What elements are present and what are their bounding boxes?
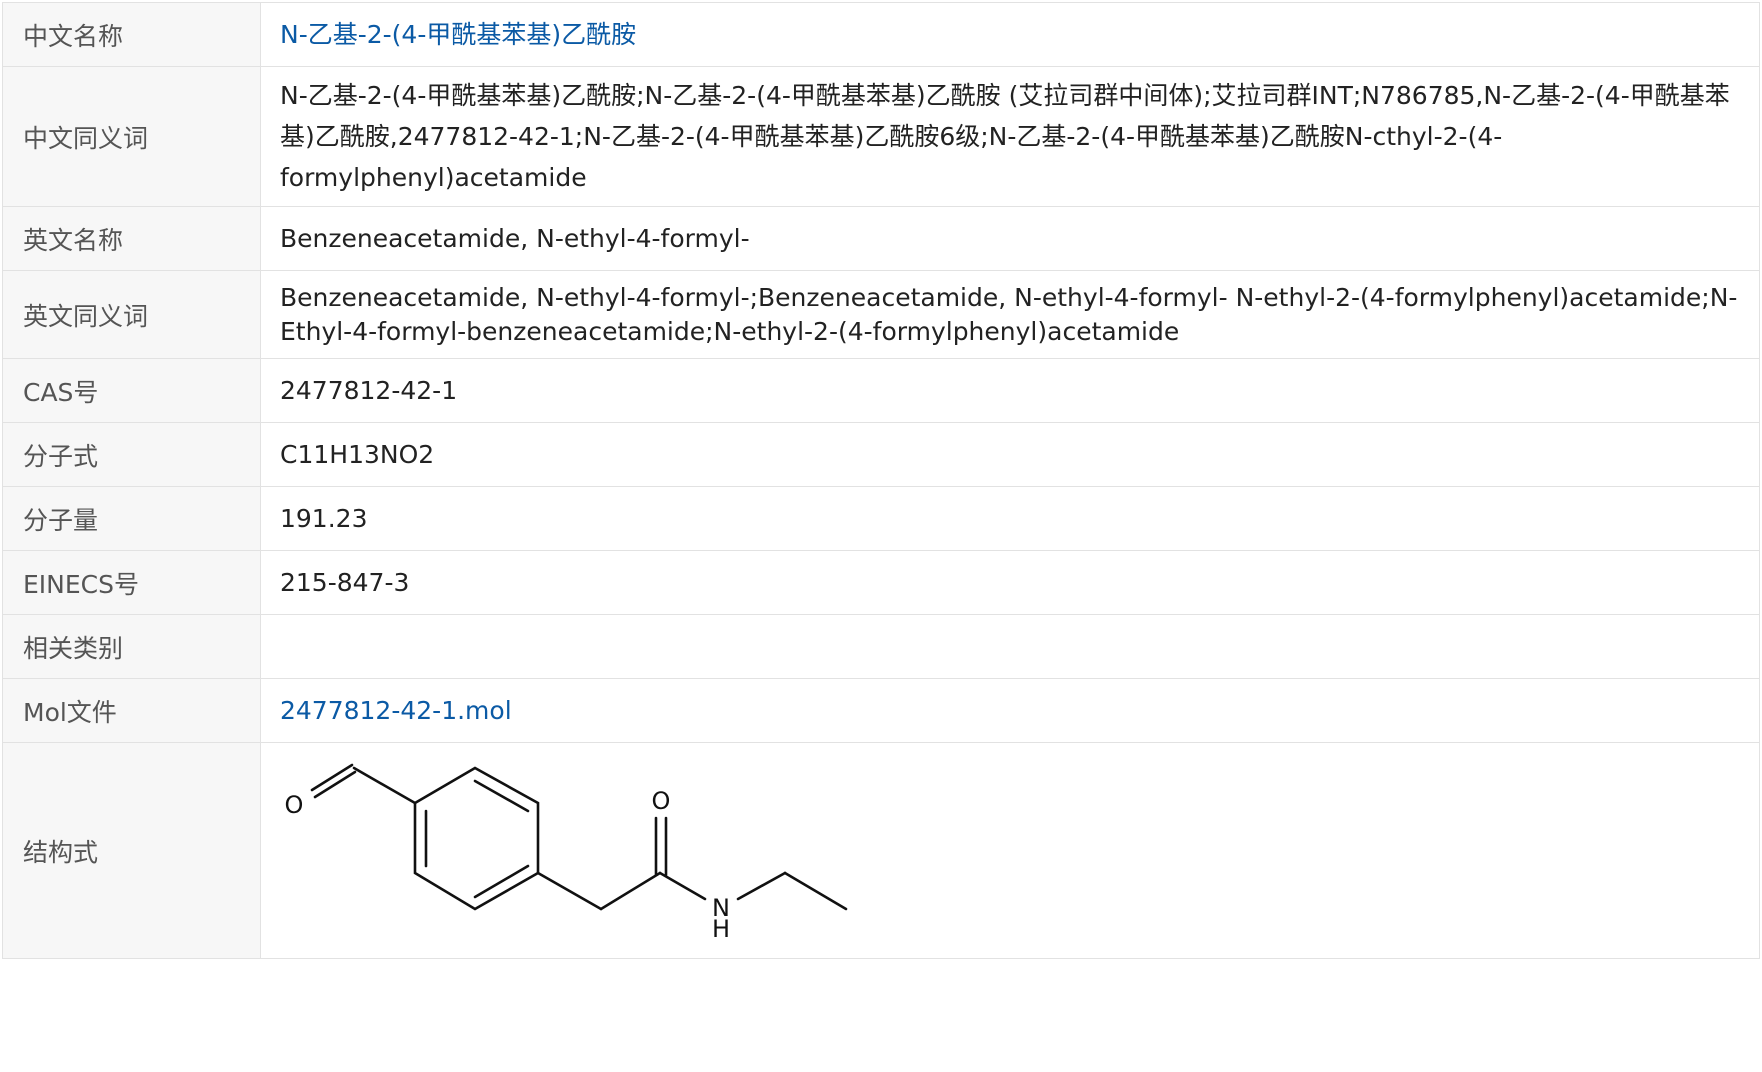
- amide-oxygen-label: O: [652, 787, 671, 815]
- amide-hydrogen-label: H: [712, 915, 730, 943]
- row-formula: 分子式 C11H13NO2: [2, 422, 1760, 487]
- row-category: 相关类别: [2, 614, 1760, 679]
- value-mol-file: 2477812-42-1.mol: [260, 678, 1760, 743]
- benzene-ring: [413, 766, 540, 911]
- value-formula: C11H13NO2: [260, 422, 1760, 487]
- value-cn-name: N-乙基-2-(4-甲酰基苯基)乙酰胺: [260, 2, 1760, 67]
- carbonyl-bond: [599, 871, 662, 910]
- ethyl-bond-1: [736, 871, 787, 900]
- value-einecs: 215-847-3: [260, 550, 1760, 615]
- label-mol-file: Mol文件: [2, 678, 261, 743]
- ring-inner-bond-bottom: [473, 864, 530, 898]
- amide-n-bond: [658, 871, 707, 900]
- value-en-synonyms: Benzeneacetamide, N-ethyl-4-formyl-;Benz…: [260, 270, 1760, 359]
- row-structure: 结构式 O O N H: [2, 742, 1760, 959]
- row-mw: 分子量 191.23: [2, 486, 1760, 551]
- aldehyde-oxygen-label: O: [285, 791, 304, 819]
- value-en-name: Benzeneacetamide, N-ethyl-4-formyl-: [260, 206, 1760, 271]
- ch2-bond: [536, 871, 603, 910]
- ethyl-bond-2: [783, 871, 848, 910]
- cn-name-link[interactable]: N-乙基-2-(4-甲酰基苯基)乙酰胺: [280, 20, 636, 49]
- label-en-synonyms: 英文同义词: [2, 270, 261, 359]
- structure-diagram: O O N H: [285, 763, 848, 943]
- row-en-name: 英文名称 Benzeneacetamide, N-ethyl-4-formyl-: [2, 206, 1760, 271]
- label-cn-name: 中文名称: [2, 2, 261, 67]
- label-category: 相关类别: [2, 614, 261, 679]
- value-cas: 2477812-42-1: [260, 358, 1760, 423]
- row-cn-name: 中文名称 N-乙基-2-(4-甲酰基苯基)乙酰胺: [2, 2, 1760, 67]
- label-en-name: 英文名称: [2, 206, 261, 271]
- label-formula: 分子式: [2, 422, 261, 487]
- value-structure: O O N H: [260, 742, 1760, 959]
- label-cn-synonyms: 中文同义词: [2, 66, 261, 207]
- row-en-synonyms: 英文同义词 Benzeneacetamide, N-ethyl-4-formyl…: [2, 270, 1760, 359]
- label-cas: CAS号: [2, 358, 261, 423]
- value-category: [260, 614, 1760, 679]
- label-mw: 分子量: [2, 486, 261, 551]
- value-mw: 191.23: [260, 486, 1760, 551]
- row-einecs: EINECS号 215-847-3: [2, 550, 1760, 615]
- mol-file-link[interactable]: 2477812-42-1.mol: [280, 696, 512, 725]
- compound-info-table: 中文名称 N-乙基-2-(4-甲酰基苯基)乙酰胺 中文同义词 N-乙基-2-(4…: [2, 2, 1760, 959]
- row-cn-synonyms: 中文同义词 N-乙基-2-(4-甲酰基苯基)乙酰胺;N-乙基-2-(4-甲酰基苯…: [2, 66, 1760, 207]
- row-cas: CAS号 2477812-42-1: [2, 358, 1760, 423]
- value-cn-synonyms: N-乙基-2-(4-甲酰基苯基)乙酰胺;N-乙基-2-(4-甲酰基苯基)乙酰胺 …: [260, 66, 1760, 207]
- ring-inner-bond-top: [473, 779, 530, 812]
- label-structure: 结构式: [2, 742, 261, 959]
- aldehyde-ring-bond: [352, 766, 417, 804]
- row-mol-file: Mol文件 2477812-42-1.mol: [2, 678, 1760, 743]
- label-einecs: EINECS号: [2, 550, 261, 615]
